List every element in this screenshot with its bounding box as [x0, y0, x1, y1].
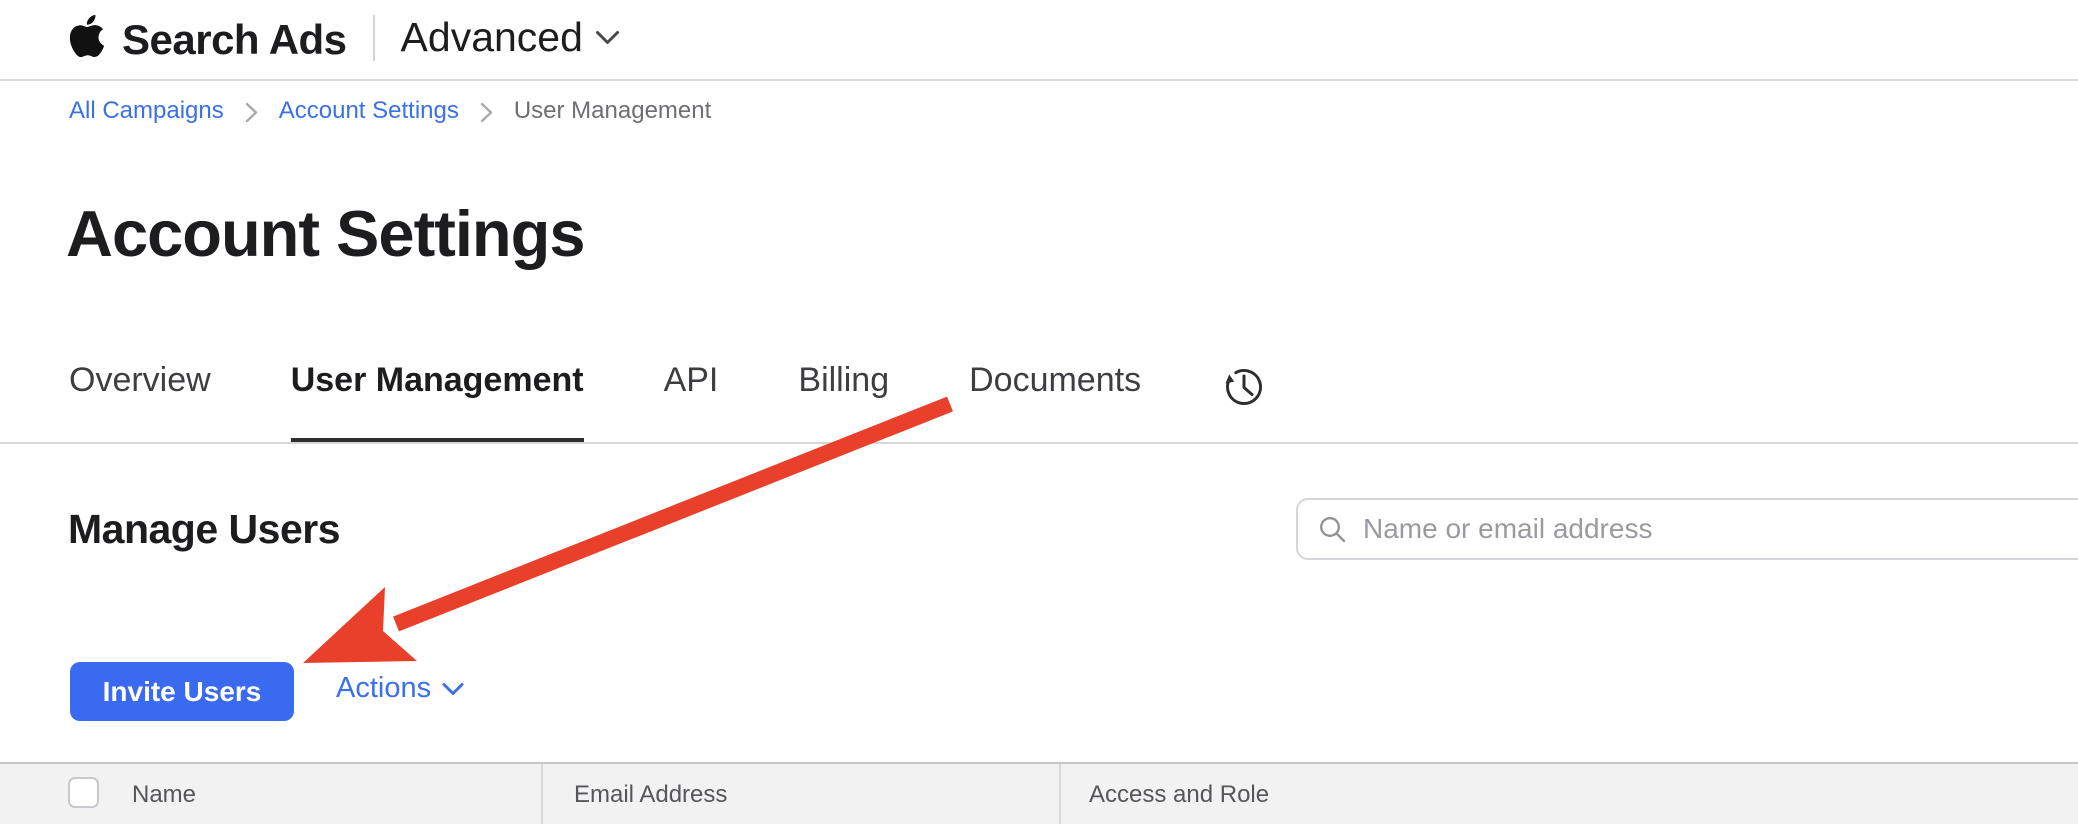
time-history-icon [1221, 363, 1267, 409]
select-all-checkbox[interactable] [68, 777, 99, 808]
product-switcher[interactable]: Advanced [401, 14, 620, 61]
tab-bar-divider [0, 442, 2078, 444]
column-divider [541, 764, 543, 824]
history-button[interactable] [1221, 363, 1267, 409]
column-header-name: Name [132, 781, 196, 809]
invite-users-button[interactable]: Invite Users [70, 662, 294, 721]
search-icon [1318, 515, 1347, 544]
tab-documents[interactable]: Documents [969, 361, 1141, 444]
chevron-right-icon [245, 102, 258, 123]
search-input[interactable] [1361, 512, 2078, 546]
breadcrumb: All Campaigns Account Settings User Mana… [69, 97, 711, 125]
tab-billing[interactable]: Billing [798, 361, 889, 444]
breadcrumb-user-management: User Management [514, 97, 711, 125]
tab-bar: Overview User Management API Billing Doc… [69, 361, 1267, 444]
account-settings-page: Search Ads Advanced All Campaigns Accoun… [0, 0, 2078, 824]
column-header-access-role: Access and Role [1089, 781, 1269, 809]
brand-title[interactable]: Search Ads [122, 16, 347, 64]
user-search-box [1296, 498, 2078, 560]
column-header-email: Email Address [574, 781, 727, 809]
breadcrumb-all-campaigns[interactable]: All Campaigns [69, 97, 224, 125]
tab-user-management[interactable]: User Management [291, 361, 584, 444]
topbar-divider [373, 15, 375, 61]
column-divider [1059, 764, 1061, 824]
breadcrumb-account-settings[interactable]: Account Settings [279, 97, 459, 125]
chevron-right-icon [480, 102, 493, 123]
users-table-header: Name Email Address Access and Role [0, 762, 2078, 824]
page-title: Account Settings [66, 196, 584, 271]
product-name: Advanced [401, 14, 583, 61]
actions-dropdown[interactable]: Actions [336, 672, 464, 705]
actions-label: Actions [336, 672, 431, 705]
apple-logo-icon[interactable] [66, 15, 108, 57]
section-heading: Manage Users [68, 506, 340, 553]
top-bar: Search Ads Advanced [0, 0, 2078, 81]
chevron-down-icon [442, 682, 464, 696]
tab-api[interactable]: API [664, 361, 719, 444]
chevron-down-icon [595, 30, 620, 46]
tab-overview[interactable]: Overview [69, 361, 211, 444]
